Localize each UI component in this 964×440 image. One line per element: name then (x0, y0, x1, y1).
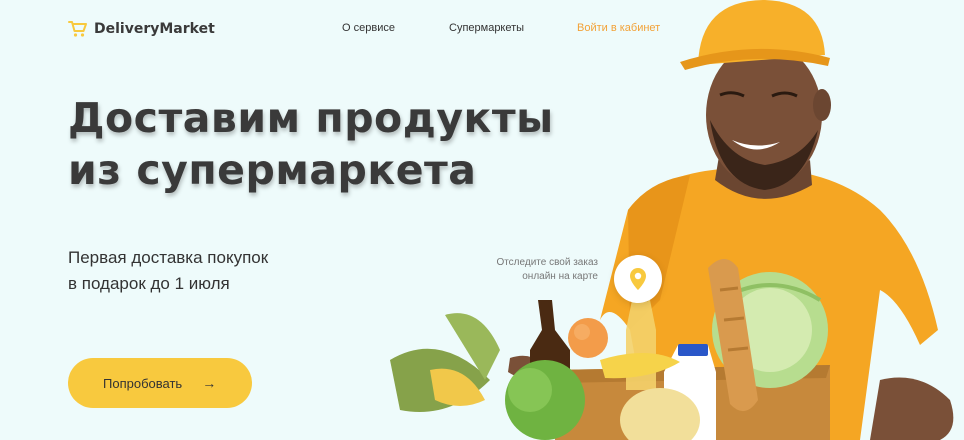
map-pin-button[interactable] (614, 255, 662, 303)
arrow-right-icon: → (202, 375, 217, 391)
hero-subtitle: Первая доставка покупок в подарок до 1 и… (68, 245, 368, 297)
cart-icon (68, 21, 87, 37)
try-button-label: Попробовать (103, 375, 183, 391)
landing-page: DeliveryMarket О сервисе Супермаркеты Во… (0, 0, 964, 440)
hero-subtitle-line1: Первая доставка покупок (68, 248, 269, 267)
logo[interactable]: DeliveryMarket (68, 20, 215, 38)
courier-with-groceries-image (390, 0, 954, 440)
tracking-hint-line2: онлайн на карте (522, 271, 598, 282)
tracking-hint: Отследите свой заказ онлайн на карте (468, 256, 598, 284)
hero-title-line2: из супермаркета (68, 146, 477, 194)
tracking-hint-line1: Отследите свой заказ (496, 257, 598, 268)
brand-name: DeliveryMarket (94, 21, 215, 37)
hero-title: Доставим продукты из супермаркета (68, 92, 588, 196)
try-button[interactable]: Попробовать → (68, 358, 252, 408)
map-pin-icon (630, 268, 646, 290)
hero-title-line1: Доставим продукты (68, 94, 554, 142)
hero-subtitle-line2: в подарок до 1 июля (68, 274, 230, 293)
